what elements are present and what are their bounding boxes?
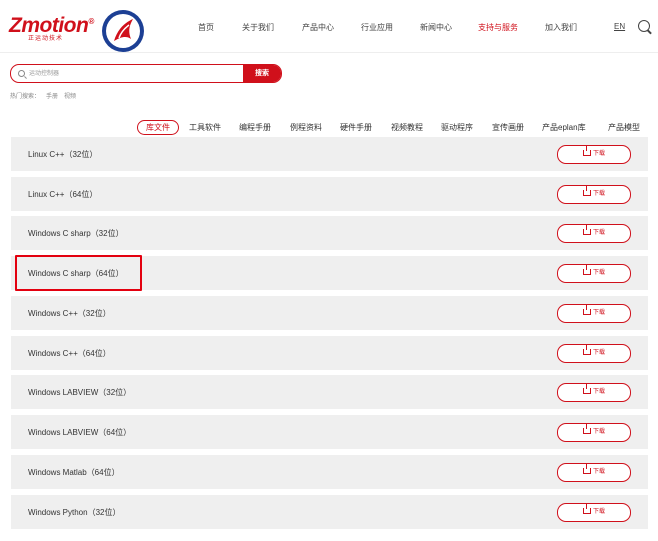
download-icon bbox=[582, 345, 591, 355]
download-button-label: 下载 bbox=[592, 429, 605, 435]
download-row: Windows C++（64位） 下载 bbox=[11, 336, 648, 370]
download-row-label: Linux C++（32位） bbox=[28, 150, 98, 159]
company-emblem-icon bbox=[102, 10, 144, 52]
download-row: Windows C++（32位） 下载 bbox=[11, 296, 648, 330]
download-button-label: 下载 bbox=[592, 191, 605, 197]
download-row-label: Windows LABVIEW（64位） bbox=[28, 428, 132, 437]
download-button[interactable]: 下载 bbox=[557, 304, 631, 323]
download-button[interactable]: 下载 bbox=[557, 344, 631, 363]
nav-item-join[interactable]: 加入我们 bbox=[545, 22, 577, 33]
download-button-label: 下载 bbox=[592, 389, 605, 395]
download-button[interactable]: 下载 bbox=[557, 185, 631, 204]
download-button-label: 下载 bbox=[592, 230, 605, 236]
download-button[interactable]: 下载 bbox=[557, 145, 631, 164]
download-row-label: Windows C++（64位） bbox=[28, 349, 111, 358]
tab-drivers[interactable]: 驱动程序 bbox=[441, 122, 473, 133]
download-row-label: Windows LABVIEW（32位） bbox=[28, 388, 132, 397]
tab-hardware-manual[interactable]: 硬件手册 bbox=[340, 122, 372, 133]
site-header: Zmotion® 正运动技术 首页 关于我们 产品中心 行业应用 新闻中心 支持… bbox=[0, 0, 658, 53]
tab-programming-manual[interactable]: 编程手册 bbox=[239, 122, 271, 133]
hot-searches: 热门搜索： 手册 视频 bbox=[10, 91, 82, 100]
tab-product-models[interactable]: 产品模型 bbox=[608, 122, 640, 133]
highlight-annotation-box bbox=[15, 255, 142, 291]
download-row: Windows LABVIEW（64位） 下载 bbox=[11, 415, 648, 449]
download-button-label: 下载 bbox=[592, 469, 605, 475]
download-row-label: Windows C++（32位） bbox=[28, 309, 111, 318]
hot-search-label: 热门搜索： bbox=[10, 94, 41, 100]
nav-item-products[interactable]: 产品中心 bbox=[302, 22, 334, 33]
tab-eplan-library[interactable]: 产品eplan库 bbox=[542, 122, 586, 133]
download-icon bbox=[582, 504, 591, 514]
magnifier-icon bbox=[18, 70, 25, 77]
download-icon bbox=[582, 146, 591, 156]
download-button-label: 下载 bbox=[592, 270, 605, 276]
search-input[interactable] bbox=[29, 65, 249, 82]
download-row: Windows C sharp（32位） 下载 bbox=[11, 216, 648, 250]
download-button[interactable]: 下载 bbox=[557, 264, 631, 283]
download-button[interactable]: 下载 bbox=[557, 224, 631, 243]
download-icon bbox=[582, 464, 591, 474]
download-row: Windows Matlab（64位） 下载 bbox=[11, 455, 648, 489]
download-button[interactable]: 下载 bbox=[557, 503, 631, 522]
brand-subtitle: 正运动技术 bbox=[28, 36, 64, 42]
download-button[interactable]: 下载 bbox=[557, 463, 631, 482]
download-icon bbox=[582, 384, 591, 394]
nav-item-about[interactable]: 关于我们 bbox=[242, 22, 274, 33]
nav-item-news[interactable]: 新闻中心 bbox=[420, 22, 452, 33]
download-button[interactable]: 下载 bbox=[557, 423, 631, 442]
download-icon bbox=[582, 305, 591, 315]
tab-video-tutorials[interactable]: 视频教程 bbox=[391, 122, 423, 133]
download-row-label: Windows Matlab（64位） bbox=[28, 468, 120, 477]
nav-item-home[interactable]: 首页 bbox=[198, 22, 214, 33]
download-row: Windows Python（32位） 下载 bbox=[11, 495, 648, 529]
nav-item-industry[interactable]: 行业应用 bbox=[361, 22, 393, 33]
download-row: Linux C++（64位） 下载 bbox=[11, 177, 648, 211]
hot-search-term-manual[interactable]: 手册 bbox=[46, 94, 58, 100]
search-button[interactable]: 搜索 bbox=[243, 65, 281, 82]
download-row-label: Linux C++（64位） bbox=[28, 190, 98, 199]
language-switch[interactable]: EN bbox=[614, 22, 625, 31]
tab-library-files[interactable]: 库文件 bbox=[137, 120, 179, 135]
download-button-label: 下载 bbox=[592, 310, 605, 316]
download-row-label: Windows C sharp（32位） bbox=[28, 229, 124, 238]
nav-item-support[interactable]: 支持与服务 bbox=[478, 22, 518, 33]
hot-search-term-video[interactable]: 视频 bbox=[64, 94, 76, 100]
download-icon bbox=[582, 265, 591, 275]
download-button-label: 下载 bbox=[592, 509, 605, 515]
download-icon bbox=[582, 186, 591, 196]
search-bar: 搜索 bbox=[10, 64, 282, 83]
download-row: Linux C++（32位） 下载 bbox=[11, 137, 648, 171]
download-row-label: Windows Python（32位） bbox=[28, 508, 121, 517]
registered-mark: ® bbox=[88, 17, 94, 26]
download-button[interactable]: 下载 bbox=[557, 383, 631, 402]
download-button-label: 下载 bbox=[592, 151, 605, 157]
tab-example-materials[interactable]: 例程资料 bbox=[290, 122, 322, 133]
tab-brochures[interactable]: 宣传画册 bbox=[492, 122, 524, 133]
download-row: Windows LABVIEW（32位） 下载 bbox=[11, 375, 648, 409]
download-icon bbox=[582, 225, 591, 235]
tab-tool-software[interactable]: 工具软件 bbox=[189, 122, 221, 133]
download-button-label: 下载 bbox=[592, 350, 605, 356]
download-icon bbox=[582, 424, 591, 434]
search-icon[interactable] bbox=[638, 20, 650, 32]
